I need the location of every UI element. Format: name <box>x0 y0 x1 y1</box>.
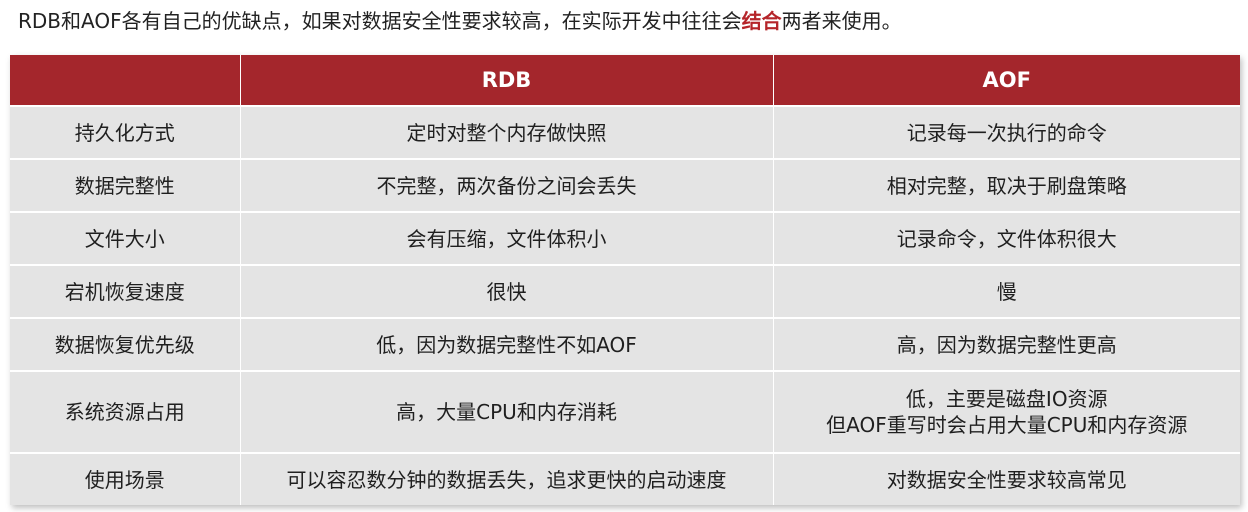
row-label: 系统资源占用 <box>10 370 241 453</box>
header-corner-cell <box>10 55 241 106</box>
table-row: 数据完整性 不完整，两次备份之间会丢失 相对完整，取决于刷盘策略 <box>10 158 1240 212</box>
intro-text-highlight: 结合 <box>741 9 782 33</box>
cell-rdb-line: 定时对整个内存做快照 <box>406 120 607 145</box>
cell-aof-line: 记录每一次执行的命令 <box>906 120 1107 145</box>
row-label: 数据恢复优先级 <box>10 317 241 371</box>
cell-aof-line: 记录命令，文件体积很大 <box>896 226 1117 251</box>
cell-rdb: 可以容忍数分钟的数据丢失，追求更快的启动速度 <box>240 452 774 505</box>
cell-aof: 记录命令，文件体积很大 <box>773 211 1240 265</box>
cell-rdb-line: 很快 <box>486 279 527 304</box>
cell-rdb-line: 低，因为数据完整性不如AOF <box>376 332 637 357</box>
table-row: 数据恢复优先级 低，因为数据完整性不如AOF 高，因为数据完整性更高 <box>10 317 1240 371</box>
cell-rdb: 不完整，两次备份之间会丢失 <box>240 158 774 212</box>
row-label: 文件大小 <box>10 211 241 265</box>
cell-rdb: 很快 <box>240 264 774 318</box>
cell-aof-line: 对数据安全性要求较高常见 <box>886 467 1127 492</box>
comparison-table: RDB AOF 持久化方式 定时对整个内存做快照 记录每一次执行的命令数据完整性 不完… <box>10 55 1240 505</box>
cell-rdb: 会有压缩，文件体积小 <box>240 211 774 265</box>
row-label: 使用场景 <box>10 452 241 505</box>
table-header-row: RDB AOF <box>10 55 1240 106</box>
row-label: 持久化方式 <box>10 105 241 159</box>
cell-aof: 记录每一次执行的命令 <box>773 105 1240 159</box>
cell-aof-line: 低，主要是磁盘IO资源 <box>905 387 1108 411</box>
header-aof: AOF <box>773 55 1240 106</box>
table-row: 持久化方式 定时对整个内存做快照 记录每一次执行的命令 <box>10 105 1240 159</box>
cell-aof-line: 高，因为数据完整性更高 <box>896 332 1117 357</box>
cell-aof: 高，因为数据完整性更高 <box>773 317 1240 371</box>
cell-rdb-line: 不完整，两次备份之间会丢失 <box>376 173 637 198</box>
table-row: 使用场景 可以容忍数分钟的数据丢失，追求更快的启动速度 对数据安全性要求较高常见 <box>10 452 1240 505</box>
comparison-table-container: RDB AOF 持久化方式 定时对整个内存做快照 记录每一次执行的命令数据完整性 不完… <box>10 55 1240 505</box>
table-row: 系统资源占用 高，大量CPU和内存消耗 低，主要是磁盘IO资源 但AOF重写时会占用大… <box>10 370 1240 453</box>
cell-aof: 对数据安全性要求较高常见 <box>773 452 1240 505</box>
cell-aof-line: 相对完整，取决于刷盘策略 <box>886 173 1127 198</box>
intro-text: RDB和AOF各有自己的优缺点，如果对数据安全性要求较高，在实际开发中往往会结合… <box>18 6 902 36</box>
cell-rdb: 定时对整个内存做快照 <box>240 105 774 159</box>
cell-aof-line: 慢 <box>996 279 1017 304</box>
row-label: 数据完整性 <box>10 158 241 212</box>
cell-rdb-line: 可以容忍数分钟的数据丢失，追求更快的启动速度 <box>286 467 727 492</box>
cell-rdb-line: 高，大量CPU和内存消耗 <box>396 400 617 424</box>
cell-aof: 低，主要是磁盘IO资源 但AOF重写时会占用大量CPU和内存资源 <box>773 370 1240 453</box>
cell-aof: 相对完整，取决于刷盘策略 <box>773 158 1240 212</box>
cell-aof-line: 但AOF重写时会占用大量CPU和内存资源 <box>826 413 1188 437</box>
table-row: 文件大小 会有压缩，文件体积小 记录命令，文件体积很大 <box>10 211 1240 265</box>
cell-aof: 慢 <box>773 264 1240 318</box>
cell-rdb-line: 会有压缩，文件体积小 <box>406 226 607 251</box>
header-rdb: RDB <box>240 55 774 106</box>
cell-rdb: 高，大量CPU和内存消耗 <box>240 370 774 453</box>
intro-text-after: 两者来使用。 <box>781 9 902 33</box>
row-label: 宕机恢复速度 <box>10 264 241 318</box>
cell-rdb: 低，因为数据完整性不如AOF <box>240 317 774 371</box>
table-row: 宕机恢复速度 很快 慢 <box>10 264 1240 318</box>
intro-text-before: RDB和AOF各有自己的优缺点，如果对数据安全性要求较高，在实际开发中往往会 <box>18 9 742 33</box>
table-body: 持久化方式 定时对整个内存做快照 记录每一次执行的命令数据完整性 不完整，两次备份之间… <box>10 105 1240 505</box>
